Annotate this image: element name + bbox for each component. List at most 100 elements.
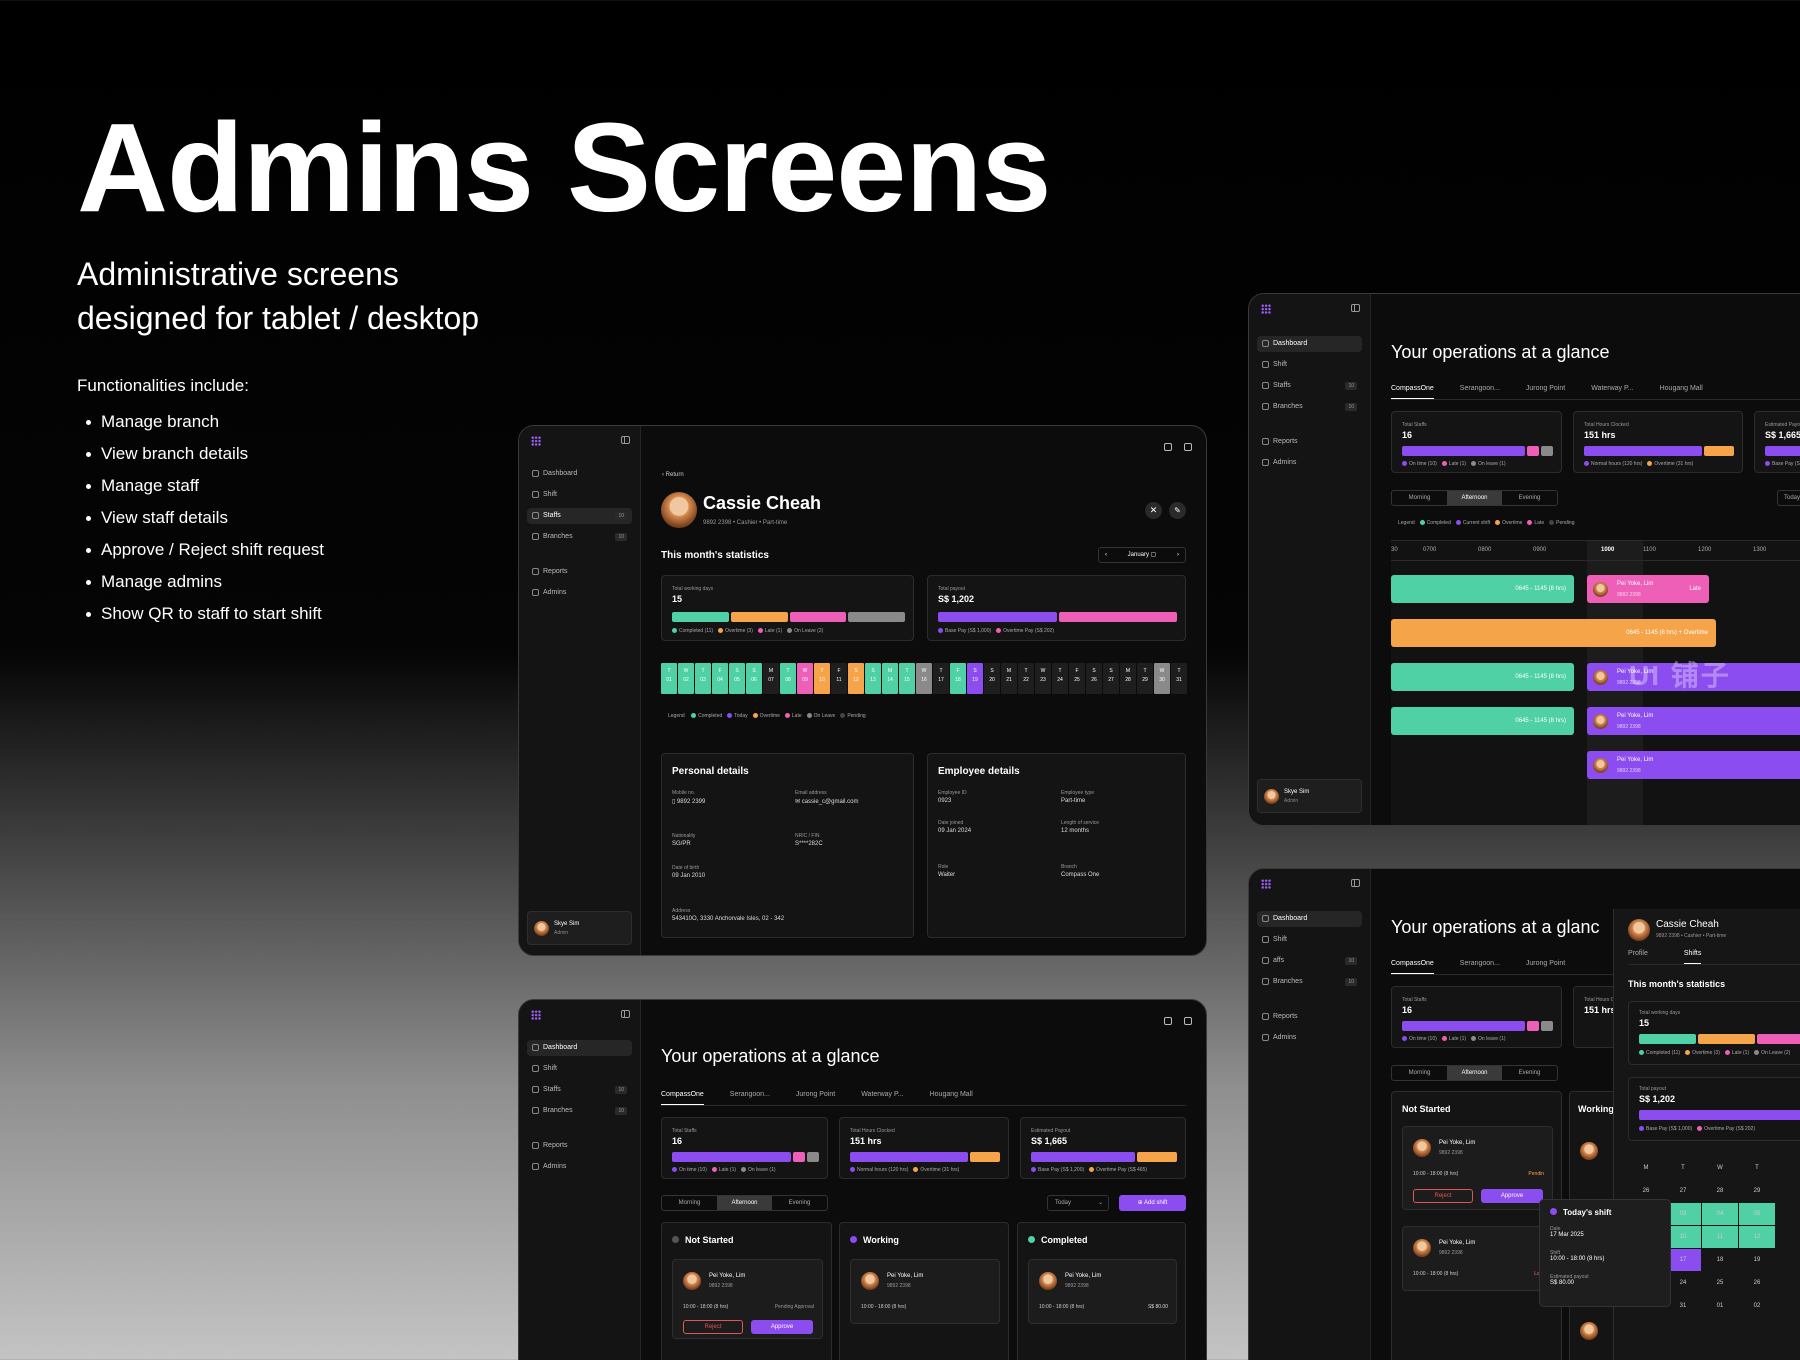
calendar-day[interactable]: S 27 — [1103, 663, 1119, 694]
app-logo-icon[interactable] — [1261, 304, 1271, 314]
calendar-day[interactable]: T 15 — [899, 663, 915, 694]
calendar-day[interactable]: S 20 — [984, 663, 1000, 694]
sidebar-item-reports[interactable]: Reports — [1257, 1009, 1362, 1025]
sidebar-item-reports[interactable]: Reports — [527, 564, 632, 580]
segment-afternoon[interactable]: Afternoon — [717, 1196, 772, 1210]
mini-calendar-day[interactable]: 29 — [1739, 1180, 1775, 1202]
sidebar-item-staffs[interactable]: affs 10 — [1257, 953, 1362, 969]
mini-calendar-day[interactable]: 02 — [1739, 1295, 1775, 1317]
calendar-day[interactable]: T 31 — [1171, 663, 1187, 694]
segment-morning[interactable]: Morning — [1392, 1066, 1447, 1080]
reject-button[interactable]: Reject — [683, 1320, 743, 1334]
return-link[interactable]: ‹ Return — [662, 472, 684, 478]
calendar-day[interactable]: T 24 — [1052, 663, 1068, 694]
calendar-day[interactable]: M 14 — [882, 663, 898, 694]
tab-waterway[interactable]: Waterway P... — [861, 1088, 903, 1105]
sidebar-item-staffs[interactable]: Staffs 10 — [527, 508, 632, 524]
chevron-right-icon[interactable]: › — [1177, 548, 1185, 562]
sidebar-toggle-icon[interactable] — [1351, 304, 1360, 312]
calendar-day[interactable]: S 06 — [746, 663, 762, 694]
segment-evening[interactable]: Evening — [1502, 491, 1557, 505]
sidebar-item-branches[interactable]: Branches 10 — [1257, 399, 1362, 415]
qr-code-icon[interactable] — [1184, 443, 1192, 451]
sidebar-item-reports[interactable]: Reports — [1257, 434, 1362, 450]
shift-card[interactable]: Pei Yoke, Lim 9892 2398 10:00 - 18:00 (8 … — [1402, 1126, 1553, 1210]
sidebar-item-admins[interactable]: Admins — [527, 1159, 632, 1175]
mini-calendar-day[interactable]: 05 — [1739, 1203, 1775, 1225]
calendar-day[interactable]: W 16 — [916, 663, 932, 694]
sidebar-item-staffs[interactable]: Staffs 10 — [1257, 378, 1362, 394]
segment-morning[interactable]: Morning — [662, 1196, 717, 1210]
close-icon[interactable]: ✕ — [1145, 502, 1162, 519]
calendar-day[interactable]: S 05 — [729, 663, 745, 694]
qr-code-icon[interactable] — [1184, 1017, 1192, 1025]
tab-compassone[interactable]: CompassOne — [661, 1088, 704, 1105]
calendar-day[interactable]: T 17 — [933, 663, 949, 694]
calendar-day[interactable]: W 30 — [1154, 663, 1170, 694]
bell-icon[interactable] — [1164, 1017, 1172, 1025]
calendar-day[interactable]: T 03 — [695, 663, 711, 694]
calendar-day[interactable]: M 21 — [1001, 663, 1017, 694]
sidebar-item-branches[interactable]: Branches 10 — [527, 1103, 632, 1119]
sidebar-toggle-icon[interactable] — [621, 436, 630, 444]
shift-card[interactable]: Pei Yoke, Lim 9892 2398 10:00 - 18:00 (8 … — [850, 1259, 1000, 1324]
timeline-shift-bar[interactable]: Pei Yoke, Lim 9892 2398 — [1587, 707, 1800, 735]
sidebar-item-shift[interactable]: Shift — [1257, 357, 1362, 373]
tab-jurong-point[interactable]: Jurong Point — [1526, 382, 1565, 399]
calendar-day[interactable]: F 11 — [831, 663, 847, 694]
mini-calendar-day[interactable]: 19 — [1739, 1249, 1775, 1271]
calendar-day[interactable]: W 09 — [797, 663, 813, 694]
calendar-day[interactable]: T 08 — [780, 663, 796, 694]
sidebar-item-admins[interactable]: Admins — [527, 585, 632, 601]
calendar-day[interactable]: M 28 — [1120, 663, 1136, 694]
sidebar-toggle-icon[interactable] — [1351, 879, 1360, 887]
calendar-day[interactable]: S 12 — [848, 663, 864, 694]
timeline-shift-bar[interactable]: 0645 - 1145 (8 hrs) + Overtime — [1391, 619, 1716, 647]
sidebar-toggle-icon[interactable] — [621, 1010, 630, 1018]
timeline-shift-bar[interactable]: 0645 - 1145 (8 hrs) — [1391, 575, 1574, 603]
calendar-day[interactable]: M 07 — [763, 663, 779, 694]
tab-profile[interactable]: Profile — [1628, 947, 1648, 964]
add-shift-button[interactable]: ⊕ Add shift — [1119, 1195, 1186, 1211]
sidebar-item-dashboard[interactable]: Dashboard — [527, 466, 632, 482]
timeline-shift-bar[interactable]: 0645 - 1145 (8 hrs) — [1391, 707, 1574, 735]
tab-serangoon[interactable]: Serangoon... — [1460, 957, 1500, 974]
segment-evening[interactable]: Evening — [1502, 1066, 1557, 1080]
calendar-day[interactable]: T 22 — [1018, 663, 1034, 694]
user-card[interactable]: Skye Sim Admin — [1257, 779, 1362, 813]
app-logo-icon[interactable] — [531, 1010, 541, 1020]
calendar-day[interactable]: W 23 — [1035, 663, 1051, 694]
tab-hougang-mall[interactable]: Hougang Mall — [1660, 382, 1703, 399]
sidebar-item-branches[interactable]: Branches 10 — [527, 529, 632, 545]
sidebar-item-shift[interactable]: Shift — [527, 1061, 632, 1077]
tab-serangoon[interactable]: Serangoon... — [730, 1088, 770, 1105]
shift-card[interactable]: Pei Yoke, Lim 9892 2398 10:00 - 18:00 (8 … — [1402, 1226, 1553, 1291]
date-dropdown[interactable]: Today — [1777, 490, 1800, 506]
tab-waterway[interactable]: Waterway P... — [1591, 382, 1633, 399]
mini-calendar-day[interactable]: 12 — [1739, 1226, 1775, 1248]
calendar-day[interactable]: T 01 — [661, 663, 677, 694]
tab-compassone[interactable]: CompassOne — [1391, 382, 1434, 399]
mini-calendar-day[interactable]: 11 — [1702, 1226, 1738, 1248]
calendar-day[interactable]: T 10 — [814, 663, 830, 694]
segment-afternoon[interactable]: Afternoon — [1447, 491, 1502, 505]
tab-shifts[interactable]: Shifts — [1683, 947, 1702, 964]
mini-calendar-day[interactable]: 01 — [1702, 1295, 1738, 1317]
calendar-day[interactable]: F 25 — [1069, 663, 1085, 694]
date-dropdown[interactable]: Today ⌄ — [1047, 1195, 1109, 1211]
bell-icon[interactable] — [1164, 443, 1172, 451]
mini-calendar-day[interactable]: 26 — [1739, 1272, 1775, 1294]
sidebar-item-dashboard[interactable]: Dashboard — [527, 1040, 632, 1056]
sidebar-item-reports[interactable]: Reports — [527, 1138, 632, 1154]
sidebar-item-dashboard[interactable]: Dashboard — [1257, 911, 1362, 927]
tab-jurong-point[interactable]: Jurong Point — [796, 1088, 835, 1105]
sidebar-item-staffs[interactable]: Staffs 10 — [527, 1082, 632, 1098]
sidebar-item-shift[interactable]: Shift — [527, 487, 632, 503]
segment-evening[interactable]: Evening — [772, 1196, 827, 1210]
month-picker[interactable]: ‹ January ▢ › — [1098, 547, 1186, 563]
timeline-shift-bar[interactable]: 0645 - 1145 (8 hrs) — [1391, 663, 1574, 691]
mini-calendar-day[interactable]: 04 — [1702, 1203, 1738, 1225]
sidebar-item-shift[interactable]: Shift — [1257, 932, 1362, 948]
calendar-day[interactable]: S 13 — [865, 663, 881, 694]
sidebar-item-dashboard[interactable]: Dashboard — [1257, 336, 1362, 352]
